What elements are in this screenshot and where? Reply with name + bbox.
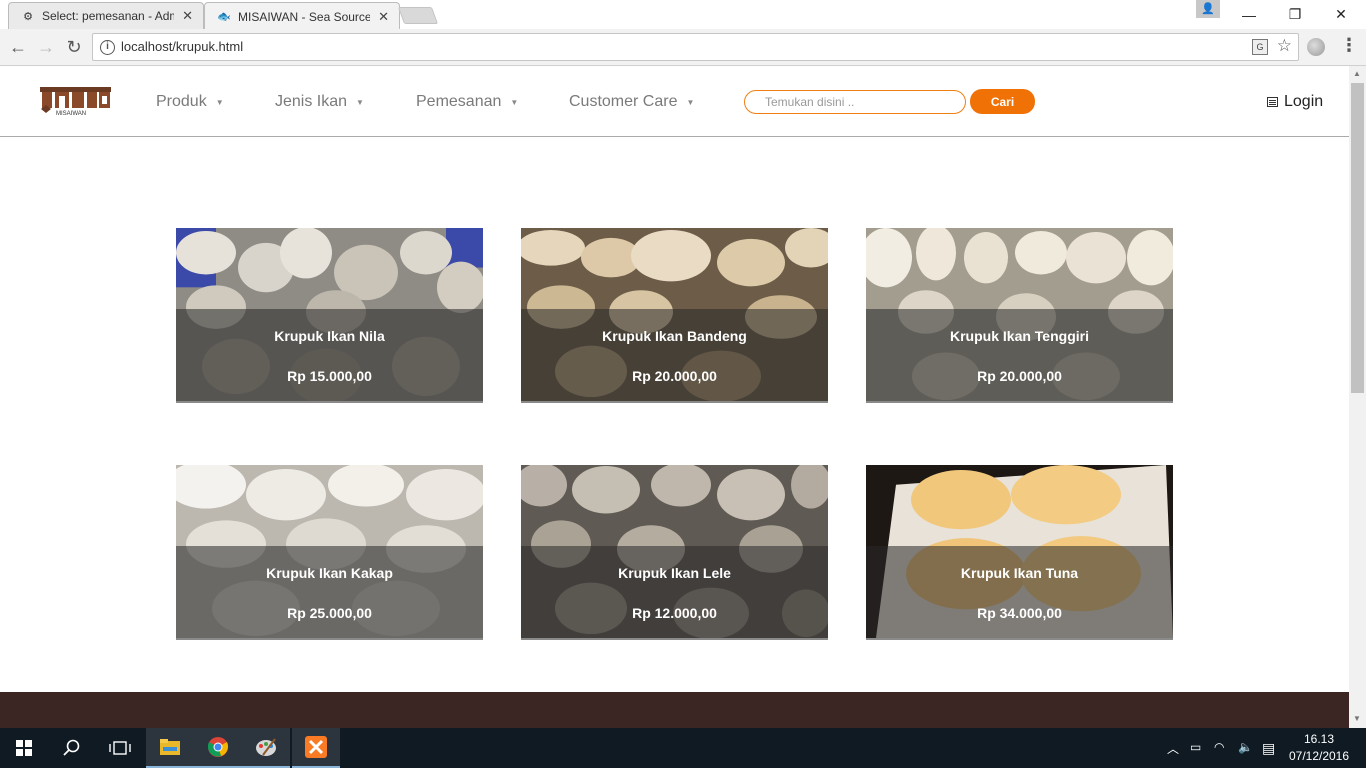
paint-icon[interactable] [242, 728, 290, 768]
caret-down-icon: ▼ [686, 97, 695, 107]
close-window-button[interactable]: ✕ [1318, 0, 1364, 29]
fish-icon: 🐟 [217, 11, 231, 23]
back-arrow-icon[interactable]: ← [6, 35, 30, 59]
nav-label: Produk [156, 93, 207, 110]
tab-misaiwan[interactable]: 🐟 MISAIWAN - Sea Source ✕ [204, 2, 400, 30]
nav-label: Jenis Ikan [275, 93, 348, 110]
windows-taskbar: ︿ ▭ ◠ 🔈 ▤ 16.13 07/12/2016 [0, 728, 1366, 768]
product-card-nila[interactable]: Krupuk Ikan Nila Rp 15.000,00 [176, 228, 483, 403]
card-overlay [866, 309, 1173, 401]
close-tab-icon[interactable]: ✕ [378, 9, 389, 25]
windows-start-icon[interactable] [0, 728, 48, 768]
product-name: Krupuk Ikan Bandeng [602, 328, 747, 344]
product-price: Rp 34.000,00 [977, 605, 1062, 621]
product-card-tuna[interactable]: Krupuk Ikan Tuna Rp 34.000,00 [866, 465, 1173, 640]
info-icon[interactable]: i [100, 40, 115, 55]
forward-arrow-icon[interactable]: → [34, 35, 58, 59]
card-overlay [521, 546, 828, 638]
search-button[interactable]: Cari [970, 89, 1035, 114]
product-name: Krupuk Ikan Lele [618, 565, 731, 581]
svg-text:MISAIWAN: MISAIWAN [56, 111, 86, 117]
product-card-kakap[interactable]: Krupuk Ikan Kakap Rp 25.000,00 [176, 465, 483, 640]
new-tab-button[interactable] [397, 7, 439, 24]
product-price: Rp 20.000,00 [977, 368, 1062, 384]
volume-icon[interactable]: 🔈 [1238, 740, 1253, 754]
page-scrollbar[interactable]: ▲ ▼ [1349, 66, 1366, 728]
browser-tab-strip: ⚙ Select: pemesanan - Adm ✕ 🐟 MISAIWAN -… [0, 0, 1366, 30]
list-icon [1267, 97, 1278, 107]
wifi-icon[interactable]: ◠ [1214, 740, 1224, 754]
nav-pemesanan[interactable]: Pemesanan ▼ [416, 93, 518, 111]
nav-label: Customer Care [569, 93, 678, 110]
product-card-tenggiri[interactable]: Krupuk Ikan Tenggiri Rp 20.000,00 [866, 228, 1173, 403]
tab-title: Select: pemesanan - Adm [42, 9, 175, 23]
product-name: Krupuk Ikan Nila [274, 328, 385, 344]
product-price: Rp 12.000,00 [632, 605, 717, 621]
system-clock[interactable]: 16.13 07/12/2016 [1284, 731, 1354, 765]
clock-time: 16.13 [1303, 732, 1335, 746]
address-bar[interactable]: i localhost/krupuk.html G ☆ [92, 33, 1299, 61]
product-card-bandeng[interactable]: Krupuk Ikan Bandeng Rp 20.000,00 [521, 228, 828, 403]
nav-produk[interactable]: Produk ▼ [156, 93, 224, 111]
nav-label: Pemesanan [416, 93, 502, 110]
file-explorer-icon[interactable] [146, 728, 194, 768]
minimize-button[interactable]: — [1226, 0, 1272, 29]
caret-down-icon: ▼ [510, 97, 519, 107]
browser-toolbar: ← → ↻ i localhost/krupuk.html G ☆ ⋮ [0, 29, 1366, 66]
nav-jenis-ikan[interactable]: Jenis Ikan ▼ [275, 93, 364, 111]
product-price: Rp 15.000,00 [287, 368, 372, 384]
scroll-up-icon[interactable]: ▲ [1353, 69, 1361, 78]
nav-customer-care[interactable]: Customer Care ▼ [569, 93, 694, 111]
restore-button[interactable]: ❐ [1272, 0, 1318, 29]
browser-menu-icon[interactable]: ⋮ [1340, 35, 1358, 56]
reload-icon[interactable]: ↻ [62, 35, 86, 59]
task-view-icon[interactable] [96, 728, 144, 768]
caret-down-icon: ▼ [215, 97, 224, 107]
scroll-down-icon[interactable]: ▼ [1353, 714, 1361, 723]
clock-date: 07/12/2016 [1288, 749, 1350, 763]
login-link[interactable]: Login [1267, 93, 1323, 111]
product-card-lele[interactable]: Krupuk Ikan Lele Rp 12.000,00 [521, 465, 828, 640]
xampp-icon[interactable] [292, 728, 340, 768]
site-header: MISAIWAN Produk ▼ Jenis Ikan ▼ Pemesanan… [0, 66, 1349, 137]
close-tab-icon[interactable]: ✕ [182, 8, 193, 24]
web-page: MISAIWAN Produk ▼ Jenis Ikan ▼ Pemesanan… [0, 66, 1349, 728]
product-price: Rp 20.000,00 [632, 368, 717, 384]
tab-title: MISAIWAN - Sea Source [238, 9, 371, 24]
search-icon[interactable] [48, 728, 96, 768]
search-input[interactable] [744, 90, 966, 114]
battery-icon[interactable]: ▭ [1190, 740, 1201, 754]
product-price: Rp 25.000,00 [287, 605, 372, 621]
profile-icon[interactable]: 👤 [1196, 0, 1220, 18]
site-footer [0, 692, 1349, 728]
card-overlay [176, 309, 483, 401]
product-name: Krupuk Ikan Kakap [266, 565, 393, 581]
page-icon: ⚙ [23, 10, 33, 23]
product-name: Krupuk Ikan Tenggiri [950, 328, 1089, 344]
url-text[interactable]: localhost/krupuk.html [121, 34, 243, 60]
caret-down-icon: ▼ [356, 97, 364, 107]
login-label: Login [1284, 93, 1324, 110]
scrollbar-thumb[interactable] [1351, 83, 1364, 393]
chrome-icon[interactable] [194, 728, 242, 768]
card-overlay [521, 309, 828, 401]
tab-select-pemesanan[interactable]: ⚙ Select: pemesanan - Adm ✕ [8, 2, 204, 29]
card-overlay [176, 546, 483, 638]
misaiwan-logo[interactable]: MISAIWAN [40, 85, 111, 117]
card-overlay [866, 546, 1173, 638]
extension-icon[interactable] [1307, 38, 1325, 56]
notification-icon[interactable]: ▤ [1262, 740, 1275, 757]
bookmark-star-icon[interactable]: ☆ [1277, 36, 1292, 56]
translate-icon[interactable]: G [1252, 39, 1268, 55]
show-hidden-icons[interactable]: ︿ [1167, 740, 1179, 757]
product-name: Krupuk Ikan Tuna [960, 565, 1079, 581]
